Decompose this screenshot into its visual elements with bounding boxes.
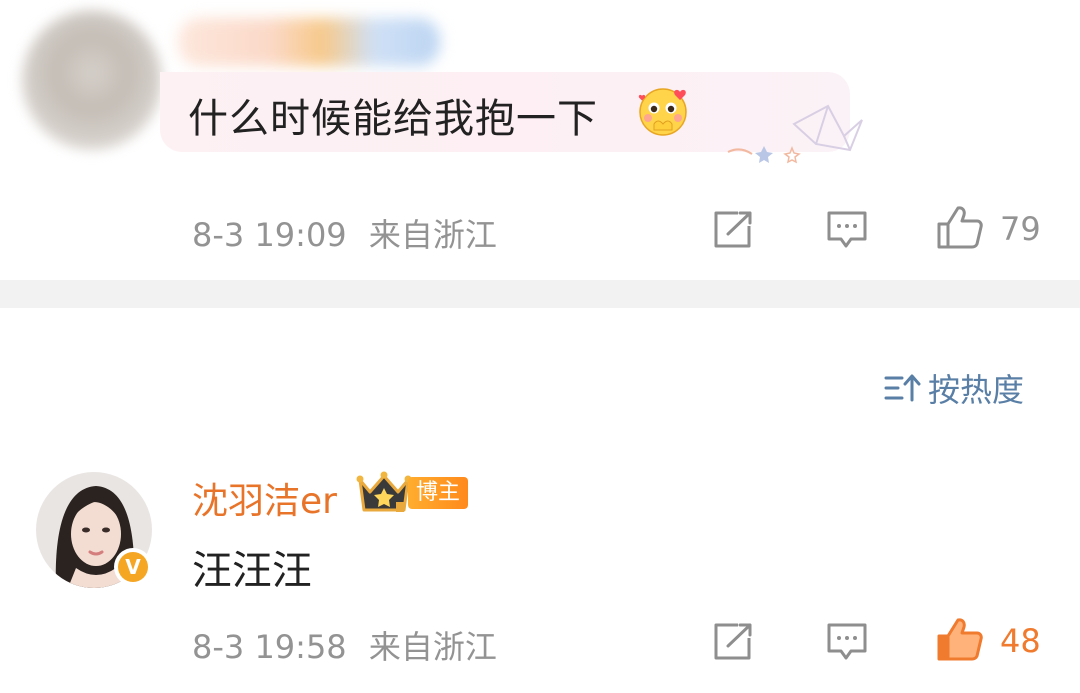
verified-mark: V xyxy=(118,552,148,582)
liked-thumb-icon[interactable] xyxy=(936,616,984,662)
shy-blush-emoji-icon xyxy=(638,88,687,136)
comment-timestamp: 8-3 19:09 来自浙江 xyxy=(192,210,497,256)
location-text: 来自浙江 xyxy=(368,628,497,666)
section-divider xyxy=(0,280,1080,308)
crown-fan-badge-icon xyxy=(356,471,412,512)
sort-label: 按热度 xyxy=(928,371,1025,409)
comment-thread: 什么时候能给我抱一下 8-3 19:09 来自浙江 79 按热度 V 沈羽洁er… xyxy=(0,0,1080,693)
comment-text: 什么时候能给我抱一下 xyxy=(188,96,598,142)
commenter-name-blurred[interactable] xyxy=(178,18,440,66)
like-count: 79 xyxy=(1000,210,1041,248)
sort-by-hot-button[interactable]: 按热度 xyxy=(884,366,1024,410)
commenter-avatar-blurred[interactable] xyxy=(22,10,162,150)
comment-icon[interactable] xyxy=(826,622,868,662)
location-text: 来自浙江 xyxy=(368,216,497,254)
comment-timestamp: 8-3 19:58 来自浙江 xyxy=(192,622,497,668)
sort-icon xyxy=(884,374,921,402)
blogger-badge: 博主 xyxy=(408,477,468,509)
share-icon[interactable] xyxy=(712,622,754,662)
verified-badge: V xyxy=(114,548,152,586)
paper-crane-decoration-icon xyxy=(727,104,863,164)
time-text: 8-3 19:09 xyxy=(192,216,347,254)
like-count: 48 xyxy=(1000,622,1041,660)
share-icon[interactable] xyxy=(712,210,754,250)
comment-icon[interactable] xyxy=(826,210,868,250)
username[interactable]: 沈羽洁er xyxy=(192,472,337,524)
comment-text: 汪汪汪 xyxy=(192,548,312,594)
like-thumb-icon[interactable] xyxy=(936,204,984,250)
time-text: 8-3 19:58 xyxy=(192,628,347,666)
